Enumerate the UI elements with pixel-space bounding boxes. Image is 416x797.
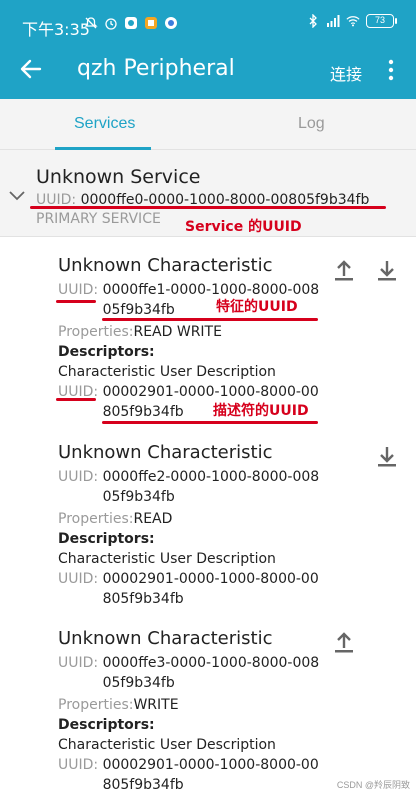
- service-uuid-underline: [30, 206, 386, 209]
- descriptor-uuid-label: UUID:: [58, 571, 103, 587]
- bluetooth-icon: [309, 14, 317, 28]
- descriptor-uuid-label-underline: [56, 398, 96, 401]
- wifi-icon: [346, 16, 360, 27]
- page-title: qzh Peripheral: [77, 56, 235, 81]
- descriptor-uuid-value: 00002901-0000-1000-8000-00805f9b34fb: [102, 571, 319, 607]
- app-notification-icon: [165, 17, 177, 29]
- descriptors-label: Descriptors:: [58, 344, 155, 360]
- signal-icon: [327, 15, 340, 27]
- characteristic-card: Unknown Characteristic UUID: 0000ffe3-00…: [58, 628, 378, 795]
- mute-bell-icon: [84, 17, 98, 29]
- status-system-icons: 73: [306, 14, 397, 28]
- descriptor-uuid-row: UUID: 00002901-0000-1000-8000-00805f9b34…: [58, 569, 378, 609]
- more-vert-icon[interactable]: [382, 58, 400, 82]
- battery-icon: 73: [366, 14, 397, 28]
- descriptor-uuid-row: UUID: 00002901-0000-1000-8000-00805f9b34…: [58, 755, 378, 795]
- tab-bar: Services Log: [0, 99, 416, 150]
- status-time: 下午3:35: [22, 20, 90, 39]
- app-notification-icon: [125, 17, 137, 29]
- descriptor-name: Characteristic User Description: [58, 737, 276, 753]
- characteristic-uuid-row: UUID: 0000ffe2-0000-1000-8000-00805f9b34…: [58, 467, 378, 507]
- back-arrow-icon[interactable]: [18, 56, 44, 82]
- upload-icon[interactable]: [332, 630, 356, 654]
- app-bar: qzh Peripheral 连接: [0, 42, 416, 99]
- characteristic-card: Unknown Characteristic UUID: 0000ffe2-00…: [58, 442, 378, 609]
- tab-services[interactable]: Services: [74, 115, 135, 133]
- download-icon[interactable]: [375, 444, 399, 468]
- descriptor-uuid-underline: [102, 421, 318, 424]
- characteristic-name: Unknown Characteristic: [58, 255, 273, 276]
- descriptor-uuid-label: UUID:: [58, 757, 103, 773]
- characteristic-name: Unknown Characteristic: [58, 628, 273, 649]
- characteristic-properties: Properties:READ: [58, 509, 378, 529]
- descriptor-uuid-label: UUID:: [58, 384, 103, 400]
- service-uuid-annotation: Service 的UUID: [185, 219, 302, 235]
- characteristic-properties: Properties:WRITE: [58, 695, 378, 715]
- status-notification-icons: [84, 16, 178, 30]
- characteristic-uuid-row: UUID: 0000ffe3-0000-1000-8000-00805f9b34…: [58, 653, 378, 693]
- app-notification-icon: [145, 17, 157, 29]
- properties-value: READ WRITE: [133, 324, 222, 340]
- descriptor-name: Characteristic User Description: [58, 364, 276, 380]
- service-name: Unknown Service: [36, 166, 201, 188]
- char-uuid-underline: [102, 318, 318, 321]
- properties-label: Properties:: [58, 511, 134, 527]
- watermark: CSDN @羚辰阴致: [336, 780, 410, 790]
- properties-value: WRITE: [133, 697, 179, 713]
- properties-value: READ: [133, 511, 173, 527]
- descriptors-label: Descriptors:: [58, 531, 155, 547]
- status-bar: 下午3:35 73: [0, 0, 416, 42]
- characteristic-name: Unknown Characteristic: [58, 442, 273, 463]
- service-type: PRIMARY SERVICE: [36, 211, 161, 227]
- characteristic-card: Unknown Characteristic UUID: 0000ffe1-00…: [58, 255, 378, 422]
- descriptors-label: Descriptors:: [58, 717, 155, 733]
- chevron-down-icon[interactable]: [8, 190, 26, 202]
- descriptor-name: Characteristic User Description: [58, 551, 276, 567]
- connect-button[interactable]: 连接: [330, 61, 362, 85]
- download-icon[interactable]: [375, 258, 399, 282]
- descriptor-uuid-annotation: 描述符的UUID: [213, 403, 309, 419]
- characteristic-uuid-label: UUID:: [58, 655, 103, 671]
- characteristic-properties: Properties:READ WRITE: [58, 322, 378, 342]
- upload-icon[interactable]: [332, 258, 356, 282]
- char-uuid-annotation: 特征的UUID: [216, 299, 298, 315]
- properties-label: Properties:: [58, 697, 134, 713]
- alarm-icon: [105, 18, 117, 30]
- characteristic-uuid-value: 0000ffe2-0000-1000-8000-00805f9b34fb: [102, 469, 320, 505]
- tab-log[interactable]: Log: [298, 115, 325, 133]
- descriptor-uuid-value: 00002901-0000-1000-8000-00805f9b34fb: [102, 757, 319, 793]
- char-uuid-label-underline: [56, 300, 96, 303]
- characteristic-uuid-label: UUID:: [58, 469, 103, 485]
- properties-label: Properties:: [58, 324, 134, 340]
- characteristic-uuid-value: 0000ffe3-0000-1000-8000-00805f9b34fb: [102, 655, 320, 691]
